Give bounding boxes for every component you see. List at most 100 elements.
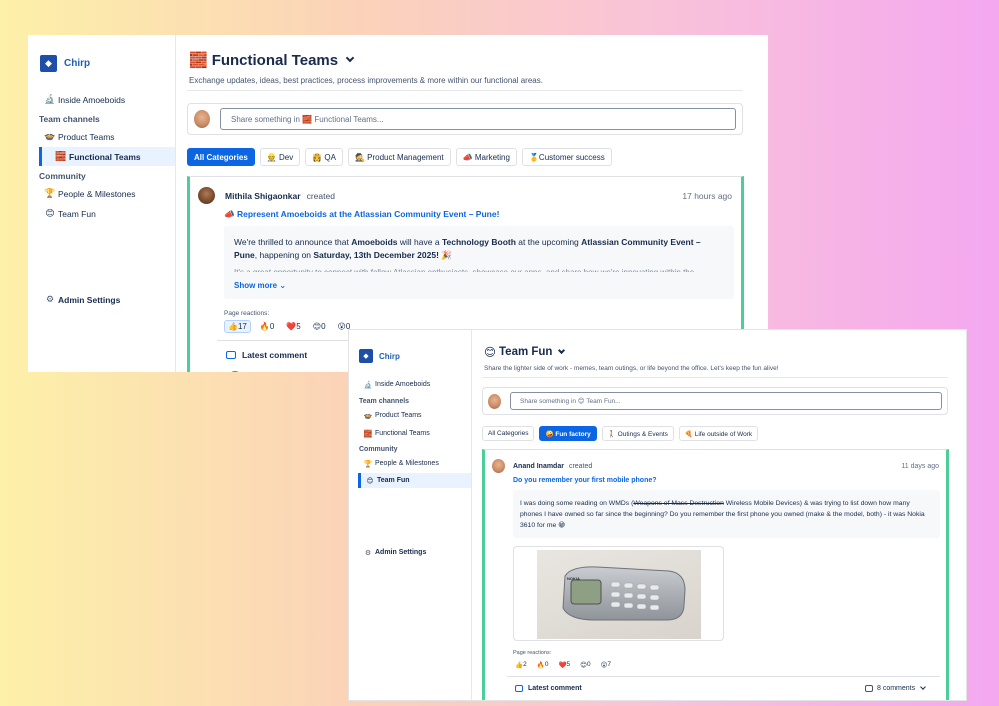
smile-icon: 😊 (484, 347, 496, 359)
post-image[interactable]: NOKIA (513, 546, 724, 641)
latest-comment-label: Latest comment (528, 685, 582, 692)
smile-icon: 😊 (366, 477, 374, 485)
brand[interactable]: ◆ Chirp (40, 55, 90, 72)
post-title-text: Represent Amoeboids at the Atlassian Com… (236, 209, 500, 219)
show-more-label: Show more (234, 281, 278, 290)
page-title[interactable]: 😊 Team Fun (484, 345, 566, 359)
category-all[interactable]: All Categories (187, 148, 255, 166)
fire-icon: 🔥 (536, 661, 545, 669)
category-customer-success[interactable]: 🥇Customer success (521, 148, 612, 166)
reaction-fire[interactable]: 🔥 0 (257, 320, 277, 333)
chevron-down-icon: ⌄ (279, 281, 287, 290)
pot-icon: 🍲 (44, 131, 56, 141)
sidebar-item-label: Team Fun (377, 477, 410, 484)
reaction-count: 0 (269, 322, 275, 331)
post-action: created (306, 190, 335, 201)
divider (482, 377, 948, 378)
post-body: We're thrilled to announce that Amoeboid… (224, 226, 734, 299)
sidebar: ◆ Chirp 🔬 Inside Amoeboids Team channels… (349, 330, 472, 700)
sidebar-item-team-fun[interactable]: 😊 Team Fun (28, 204, 175, 223)
fire-icon: 🔥 (259, 322, 270, 331)
avatar (194, 110, 210, 128)
share-input[interactable]: Share something in 😊 Team Fun... (510, 392, 942, 410)
post-title[interactable]: Do you remember your first mobile phone? (513, 477, 657, 484)
category-dev[interactable]: 👷 Dev (259, 148, 301, 166)
page-title[interactable]: 🧱 Functional Teams (189, 51, 355, 69)
sidebar-item-functional-teams[interactable]: 🧱 Functional Teams (349, 426, 471, 441)
reaction-smile[interactable]: 😊 0 (578, 659, 592, 670)
post-action: created (568, 462, 593, 470)
avatar (488, 393, 501, 409)
show-more-link[interactable]: Show more ⌄ (234, 279, 286, 292)
reaction-fire[interactable]: 🔥 0 (535, 659, 551, 670)
post-card: Anand Inamdar created 11 days ago Do you… (482, 449, 949, 700)
reaction-heart[interactable]: ❤️ 5 (283, 320, 303, 333)
reaction-smile[interactable]: 😊 0 (310, 320, 329, 333)
chevron-down-icon (558, 346, 566, 355)
sidebar-item-people-milestones[interactable]: 🏆 People & Milestones (349, 456, 471, 471)
category-product-management[interactable]: 🕵 Product Management (347, 148, 451, 166)
page-title-text: Team Fun (499, 346, 553, 358)
category-fun-factory[interactable]: 🤪 Fun factory (539, 426, 597, 441)
text: I was doing some reading on WMDs ( (520, 500, 634, 507)
share-input[interactable]: Share something in 🧱 Functional Teams... (220, 108, 736, 130)
divider (507, 676, 940, 677)
phone-photo: NOKIA (537, 550, 701, 639)
latest-comment-link[interactable]: Latest comment (226, 350, 307, 360)
latest-comment-link[interactable]: Latest comment (515, 685, 582, 692)
post-text: We're thrilled to announce that Amoeboid… (234, 236, 724, 262)
sidebar-item-label: People & Milestones (375, 460, 439, 467)
category-tabs: All Categories 🤪 Fun factory 🚶 Outings &… (482, 426, 759, 441)
category-all[interactable]: All Categories (482, 426, 535, 441)
sidebar-item-admin-settings[interactable]: ⚙ Admin Settings (349, 545, 471, 560)
sidebar-item-inside-amoeboids[interactable]: 🔬 Inside Amoeboids (349, 377, 471, 392)
sidebar-item-label: Product Teams (58, 131, 115, 142)
sidebar-item-product-teams[interactable]: 🍲 Product Teams (28, 127, 175, 146)
post-author[interactable]: Anand Inamdar (513, 463, 564, 470)
text: Saturday, 13th December 2025! (313, 250, 439, 260)
bricks-icon: 🧱 (363, 430, 373, 438)
category-life-outside-work[interactable]: 🍕 Life outside of Work (678, 426, 759, 441)
comments-count: 8 comments (877, 685, 916, 692)
reaction-count: 2 (523, 661, 527, 668)
sidebar-item-label: Functional Teams (69, 151, 141, 162)
phone-brand: NOKIA (567, 576, 580, 581)
share-box: Share something in 🧱 Functional Teams... (187, 103, 743, 135)
sidebar-item-people-milestones[interactable]: 🏆 People & Milestones (28, 184, 175, 203)
bricks-icon: 🧱 (189, 52, 208, 69)
text: Technology Booth (441, 237, 516, 247)
category-marketing[interactable]: 📣 Marketing (455, 148, 517, 166)
community-heading: Community (359, 446, 398, 453)
avatar (228, 371, 242, 372)
comment-icon (226, 351, 236, 359)
reaction-thumbs-up[interactable]: 👍 2 (513, 659, 529, 670)
share-box: Share something in 😊 Team Fun... (482, 387, 948, 415)
brand[interactable]: ◆ Chirp (359, 349, 400, 363)
sidebar-item-functional-teams[interactable]: 🧱 Functional Teams (39, 147, 175, 166)
category-outings-events[interactable]: 🚶 Outings & Events (601, 426, 674, 441)
thumbs-up-icon: 👍 (228, 322, 238, 331)
reactions-label: Page reactions: (224, 310, 270, 317)
nokia-phone-icon (562, 566, 686, 621)
sidebar-item-product-teams[interactable]: 🍲 Product Teams (349, 408, 471, 423)
post-title[interactable]: 📣 Represent Amoeboids at the Atlassian C… (224, 209, 499, 220)
avatar (492, 459, 505, 473)
category-qa[interactable]: 👸 QA (305, 148, 343, 166)
sidebar-item-inside-amoeboids[interactable]: 🔬 Inside Amoeboids (28, 90, 175, 109)
sidebar-item-team-fun[interactable]: 😊 Team Fun (358, 473, 471, 488)
sidebar-item-admin-settings[interactable]: ⚙ Admin Settings (28, 290, 175, 309)
team-fun-window: ◆ Chirp 🔬 Inside Amoeboids Team channels… (349, 330, 966, 700)
reaction-heart[interactable]: ❤️ 5 (556, 659, 572, 670)
comments-count-toggle[interactable]: 8 comments (865, 684, 926, 692)
reaction-thumbs-up[interactable]: 👍 17 (224, 320, 251, 333)
reaction-wow[interactable]: 😮 7 (599, 659, 613, 670)
heart-icon: ❤️ (286, 322, 297, 331)
community-heading: Community (39, 171, 86, 181)
post-author[interactable]: Mithila Shigaonkar (225, 191, 301, 201)
reaction-count: 17 (237, 322, 247, 331)
reaction-count: 5 (566, 661, 571, 668)
reaction-count: 5 (296, 322, 301, 331)
post-body: I was doing some reading on WMDs (Weapon… (513, 490, 940, 538)
text: at the upcoming (515, 237, 582, 247)
reactions-label: Page reactions: (513, 650, 552, 656)
